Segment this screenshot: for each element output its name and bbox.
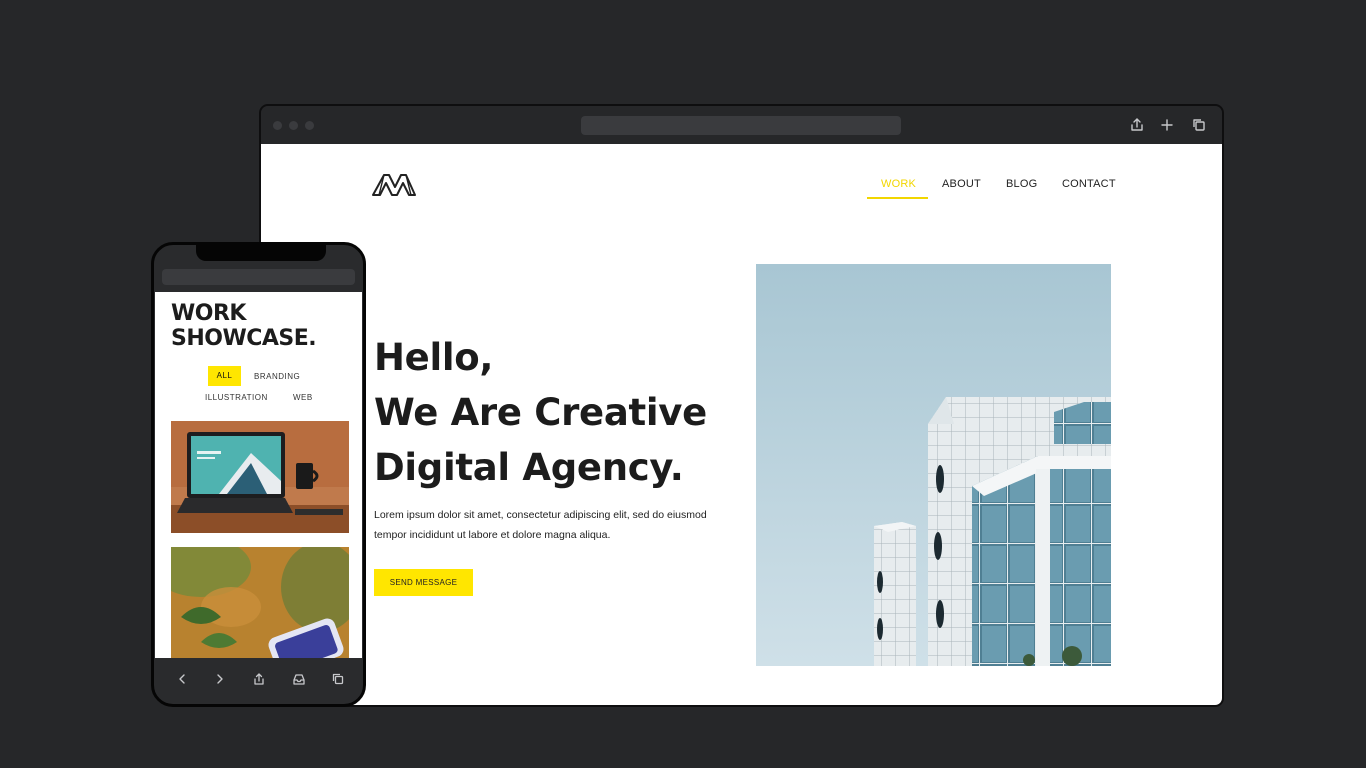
phone-notch [196,245,326,261]
phone-address-bar[interactable] [162,269,355,285]
hero-building-image [756,264,1111,666]
hero-description-line: tempor incididunt ut labore et dolore ma… [374,529,611,541]
phone-toolbar [155,658,362,703]
window-minimize-dot[interactable] [289,121,298,130]
showcase-title-line: WORK [171,301,246,326]
desktop-browser-mockup: WORK ABOUT BLOG CONTACT Hello, We Are Cr… [259,104,1224,707]
hero-title-line: Digital Agency. [374,446,684,489]
share-icon[interactable] [252,672,266,686]
filter-web[interactable]: WEB [293,393,313,402]
hero-title: Hello, We Are Creative Digital Agency. [374,330,754,495]
filter-branding[interactable]: BRANDING [254,372,300,381]
tabs-icon[interactable] [331,672,345,686]
browser-toolbar [261,106,1222,144]
send-message-button[interactable]: SEND MESSAGE [374,569,473,596]
nav-about[interactable]: ABOUT [942,178,981,200]
nav-blog[interactable]: BLOG [1006,178,1037,200]
window-zoom-dot[interactable] [305,121,314,130]
inbox-icon[interactable] [292,672,306,686]
filter-illustration[interactable]: ILLUSTRATION [205,393,268,402]
hero-title-line: Hello, [374,336,494,379]
agency-logo[interactable] [371,169,417,199]
phone-page: WORK SHOWCASE. ALL BRANDING ILLUSTRATION… [155,292,362,658]
copy-tabs-icon[interactable] [1191,117,1207,133]
forward-icon[interactable] [213,672,227,686]
nav-contact[interactable]: CONTACT [1062,178,1116,200]
hero-description: Lorem ipsum dolor sit amet, consectetur … [374,505,734,545]
share-icon[interactable] [1129,117,1145,133]
plus-icon[interactable] [1159,117,1175,133]
showcase-title: WORK SHOWCASE. [171,301,317,351]
phone-mockup: WORK SHOWCASE. ALL BRANDING ILLUSTRATION… [151,242,366,707]
filter-all[interactable]: ALL [208,366,241,386]
hero-description-line: Lorem ipsum dolor sit amet, consectetur … [374,509,707,521]
website-page: WORK ABOUT BLOG CONTACT Hello, We Are Cr… [261,144,1222,705]
hero-title-line: We Are Creative [374,391,707,434]
window-close-dot[interactable] [273,121,282,130]
portfolio-thumbnail[interactable] [171,547,349,658]
back-icon[interactable] [175,672,189,686]
showcase-title-line: SHOWCASE. [171,326,317,351]
nav-active-underline [867,197,928,199]
portfolio-thumbnail[interactable] [171,421,349,533]
address-bar[interactable] [581,116,901,135]
